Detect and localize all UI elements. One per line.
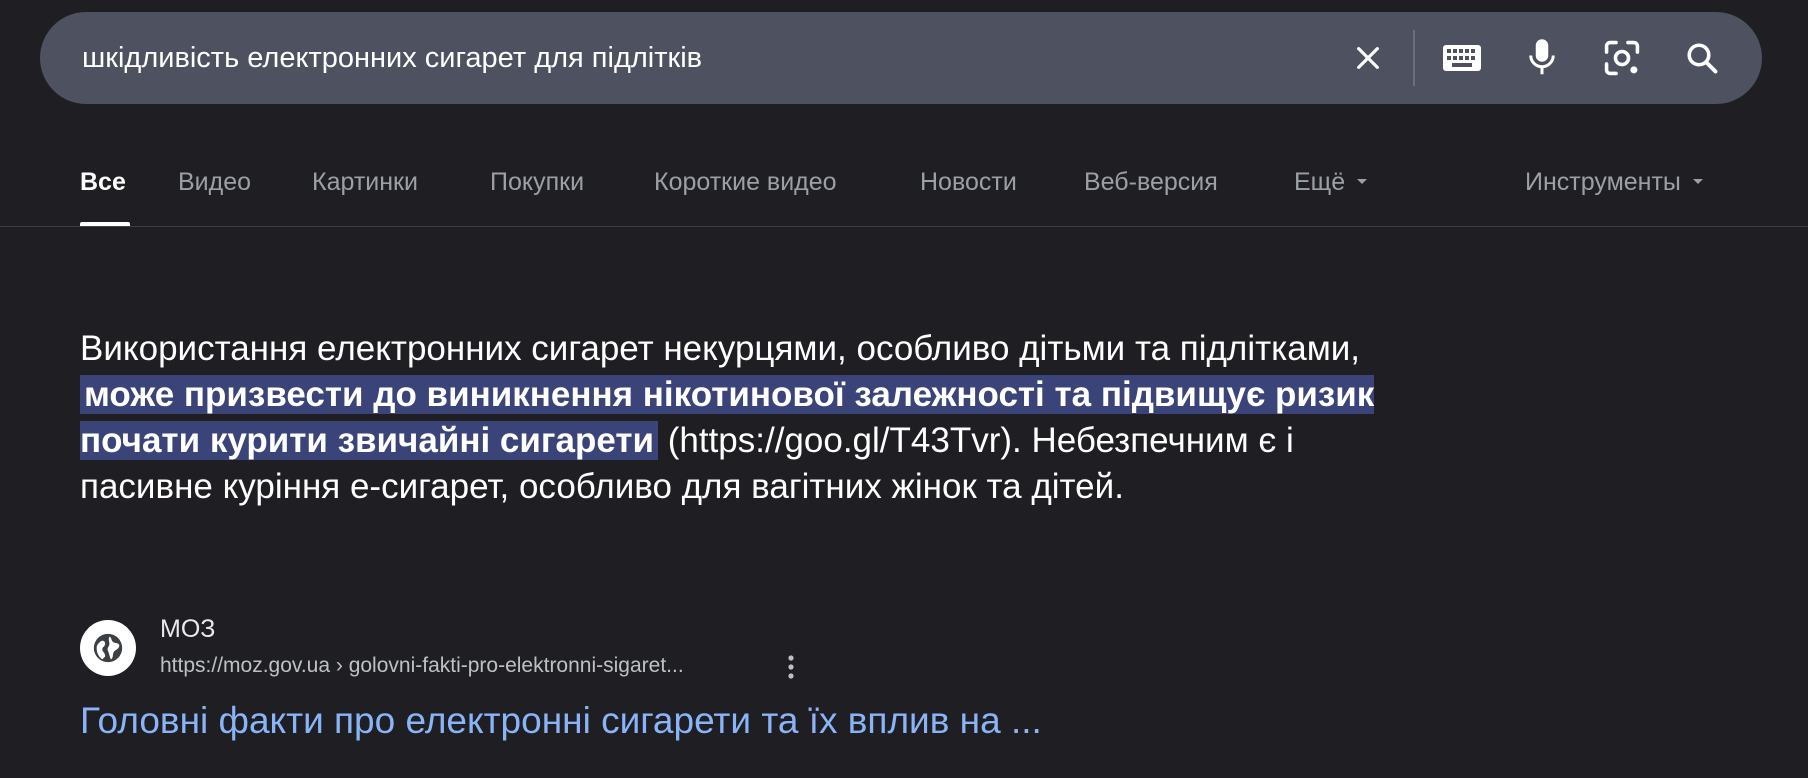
search-tabs: Все Видео Картинки Покупки Короткие виде… [0,150,1808,226]
more-vert-icon[interactable] [776,650,806,684]
tools-label: Инструменты [1525,168,1681,196]
keyboard-icon[interactable] [1440,36,1484,80]
tab-web[interactable]: Веб-версия [1084,168,1218,197]
tab-images[interactable]: Картинки [312,168,418,197]
tab-news[interactable]: Новости [920,168,1017,197]
source-name[interactable]: МОЗ [160,615,215,644]
featured-snippet: Використання електронних сигарет некурця… [80,326,1380,510]
tab-more[interactable]: Ещё [1294,168,1368,197]
chevron-down-icon [1692,178,1703,184]
snippet-text-start: Використання електронних сигарет некурця… [80,329,1361,368]
tab-short-videos[interactable]: Короткие видео [654,168,837,197]
search-bar[interactable]: шкідливість електронних сигарет для підл… [40,12,1762,104]
tools-button[interactable]: Инструменты [1525,168,1703,197]
source-url[interactable]: https://moz.gov.ua › golovni-fakti-pro-e… [160,654,684,678]
tab-shopping[interactable]: Покупки [490,168,584,197]
search-bar-divider [1413,30,1415,86]
search-icon[interactable] [1680,36,1724,80]
chevron-down-icon [1357,178,1368,184]
tabs-divider [0,226,1808,227]
lens-icon[interactable] [1600,36,1644,80]
globe-icon [80,620,136,676]
tab-more-label: Ещё [1294,168,1346,196]
microphone-icon[interactable] [1520,36,1564,80]
close-icon[interactable] [1346,36,1390,80]
result-title-link[interactable]: Головні факти про електронні сигарети та… [80,700,1042,742]
search-input[interactable]: шкідливість електронних сигарет для підл… [82,12,702,104]
tab-video[interactable]: Видео [178,168,251,197]
tab-all[interactable]: Все [80,168,126,197]
